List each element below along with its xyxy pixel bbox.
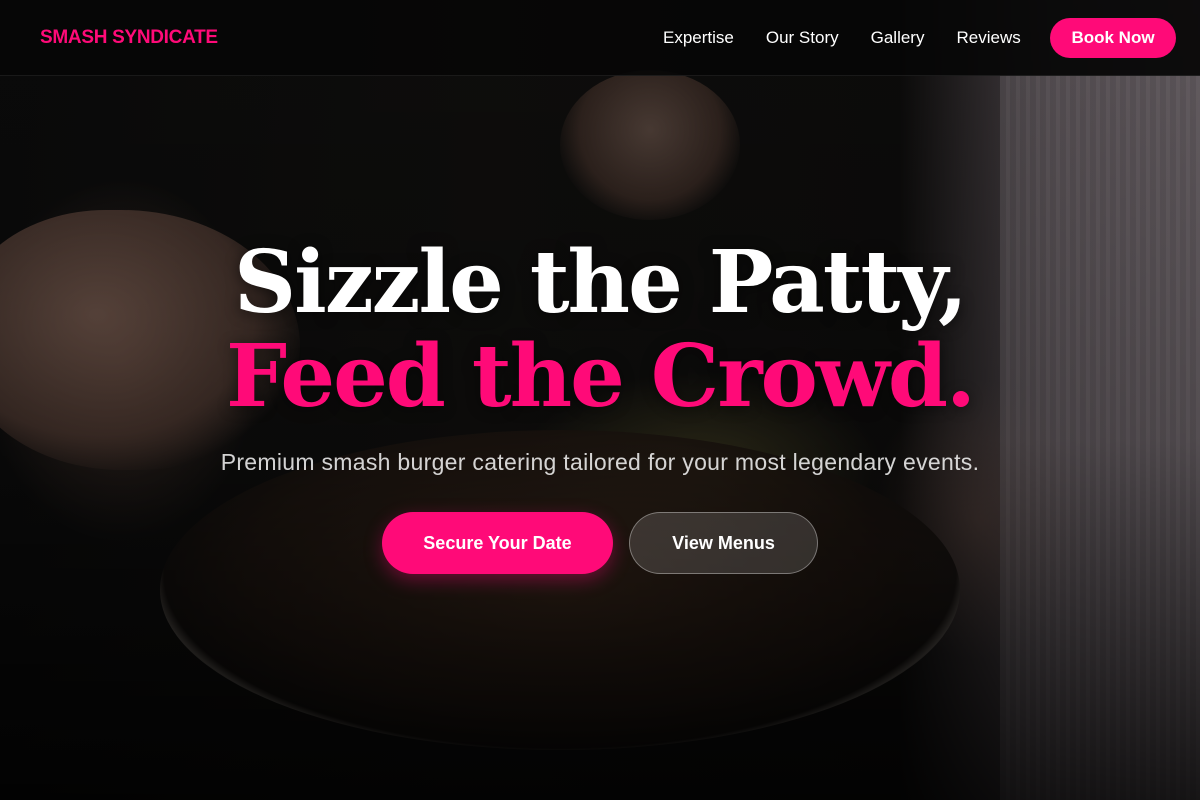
landing-page: SMASH SYNDICATE Expertise Our Story Gall… <box>0 0 1200 800</box>
hero-subtitle: Premium smash burger catering tailored f… <box>220 449 980 475</box>
hero-cta-row: Secure Your Date View Menus <box>0 512 1200 574</box>
view-menus-button[interactable]: View Menus <box>629 512 818 574</box>
top-navbar: SMASH SYNDICATE Expertise Our Story Gall… <box>0 0 1200 76</box>
nav-link-expertise[interactable]: Expertise <box>663 28 734 48</box>
nav-link-reviews[interactable]: Reviews <box>956 28 1020 48</box>
nav-link-our-story[interactable]: Our Story <box>766 28 839 48</box>
hero-section: Sizzle the Patty, Feed the Crowd. Premiu… <box>0 236 1200 574</box>
book-now-button[interactable]: Book Now <box>1050 18 1176 58</box>
headline-line-pink: Feed the Crowd. <box>226 326 976 427</box>
secure-your-date-button[interactable]: Secure Your Date <box>382 512 613 574</box>
nav-link-gallery[interactable]: Gallery <box>871 28 925 48</box>
hero-headline: Sizzle the Patty, Feed the Crowd. <box>0 236 1200 424</box>
nav-links: Expertise Our Story Gallery Reviews <box>663 28 1021 48</box>
brand-logo[interactable]: SMASH SYNDICATE <box>40 27 218 49</box>
headline-line-white: Sizzle the Patty, <box>234 232 968 333</box>
